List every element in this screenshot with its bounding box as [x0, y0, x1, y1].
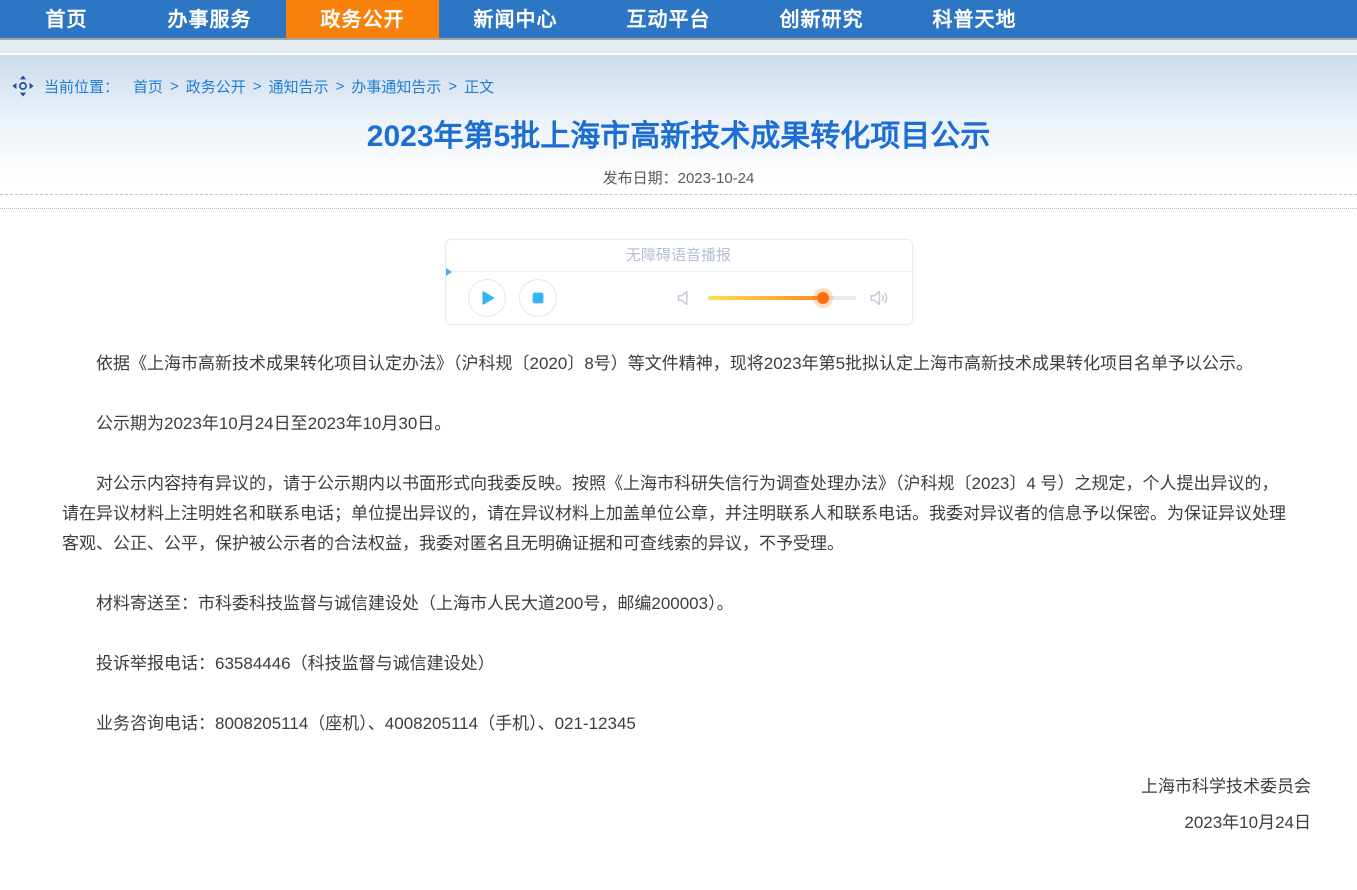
paragraph-basis: 依据《上海市高新技术成果转化项目认定办法》（沪科规〔2020〕8号）等文件精神，…: [62, 349, 1295, 379]
page-title: 2023年第5批上海市高新技术成果转化项目公示: [0, 111, 1357, 155]
notice-body: 依据《上海市高新技术成果转化项目认定办法》（沪科规〔2020〕8号）等文件精神，…: [0, 325, 1357, 841]
breadcrumb-home[interactable]: 首页: [133, 76, 163, 97]
nav-item-home[interactable]: 首页: [0, 0, 133, 38]
nav-item-news[interactable]: 新闻中心: [439, 0, 592, 38]
volume-slider[interactable]: [708, 296, 856, 300]
breadcrumb-separator: >: [170, 78, 179, 95]
breadcrumb-notices[interactable]: 通知告示: [269, 76, 329, 97]
paragraph-consult-phone: 业务咨询电话：8008205114（座机）、4008205114（手机）、021…: [62, 709, 1295, 739]
dotted-divider: [0, 208, 1357, 209]
play-button[interactable]: [468, 279, 506, 317]
audio-player-controls: [446, 272, 912, 324]
volume-slider-thumb[interactable]: [817, 292, 829, 304]
signature-date: 2023年10月24日: [62, 805, 1311, 841]
breadcrumb-separator: >: [336, 78, 345, 95]
breadcrumb: 当前位置： 首页 > 政务公开 > 通知告示 > 办事通知告示 > 正文: [0, 55, 1357, 97]
paragraph-objection-rules: 对公示内容持有异议的，请于公示期内以书面形式向我委反映。按照《上海市科研失信行为…: [62, 469, 1295, 559]
breadcrumb-label: 当前位置：: [44, 76, 119, 97]
breadcrumb-separator: >: [448, 78, 457, 95]
nav-divider-strip: [0, 40, 1357, 55]
volume-control: [674, 287, 890, 309]
breadcrumb-current-article[interactable]: 正文: [464, 76, 494, 97]
play-icon: [477, 288, 497, 308]
nav-item-interaction[interactable]: 互动平台: [592, 0, 745, 38]
nav-item-innovation[interactable]: 创新研究: [745, 0, 898, 38]
nav-item-gov-affairs-active[interactable]: 政务公开: [286, 0, 439, 38]
paragraph-mailing-address: 材料寄送至：市科委科技监督与诚信建设处（上海市人民大道200号，邮编200003…: [62, 589, 1295, 619]
publish-date: 发布日期：2023-10-24: [0, 167, 1357, 188]
breadcrumb-gov-affairs[interactable]: 政务公开: [186, 76, 246, 97]
top-nav: 首页 办事服务 政务公开 新闻中心 互动平台 创新研究 科普天地: [0, 0, 1357, 40]
paragraph-publicity-period: 公示期为2023年10月24日至2023年10月30日。: [62, 409, 1295, 439]
breadcrumb-service-notices[interactable]: 办事通知告示: [351, 76, 441, 97]
volume-mute-icon[interactable]: [674, 287, 696, 309]
signature-organization: 上海市科学技术委员会: [62, 769, 1311, 805]
stop-button[interactable]: [519, 279, 557, 317]
audio-player-title: 无障碍语音播报: [446, 240, 912, 272]
paragraph-complaint-phone: 投诉举报电话：63584446（科技监督与诚信建设处）: [62, 649, 1295, 679]
page-header: 当前位置： 首页 > 政务公开 > 通知告示 > 办事通知告示 > 正文 202…: [0, 55, 1357, 194]
breadcrumb-separator: >: [253, 78, 262, 95]
audio-player: 无障碍语音播报: [445, 239, 913, 325]
nav-item-science[interactable]: 科普天地: [898, 0, 1051, 38]
volume-up-icon[interactable]: [868, 287, 890, 309]
dashed-divider: [0, 194, 1357, 195]
volume-slider-fill: [708, 296, 823, 300]
stop-icon: [528, 288, 548, 308]
nav-item-services[interactable]: 办事服务: [133, 0, 286, 38]
move-arrows-icon: [12, 75, 34, 97]
